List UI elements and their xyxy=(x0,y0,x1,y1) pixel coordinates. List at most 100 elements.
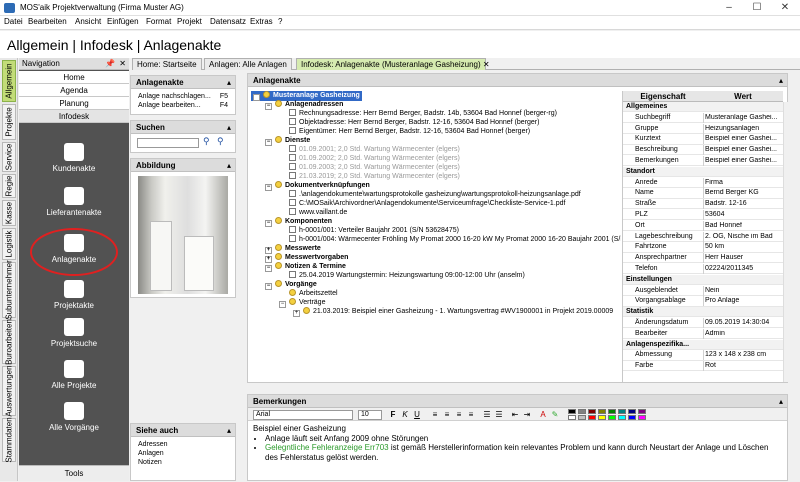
prop-value[interactable]: Heizungsanlagen xyxy=(705,125,783,132)
text-color-icon[interactable]: A xyxy=(538,410,548,420)
prop-value[interactable]: Bad Honnef xyxy=(705,222,783,229)
collapse-icon[interactable]: − xyxy=(265,184,272,191)
color-swatch[interactable] xyxy=(628,415,636,420)
collapse-icon[interactable]: − xyxy=(265,265,272,272)
props-row[interactable]: Bearbeiter Admin xyxy=(623,328,783,340)
props-row[interactable]: Bemerkungen Beispiel einer Gashei... xyxy=(623,156,783,167)
tree-node[interactable]: Eigentümer: Herr Bernd Berger, Badstr. 1… xyxy=(279,127,530,136)
color-swatch[interactable] xyxy=(618,415,626,420)
props-row[interactable]: Vorgangsablage Pro Anlage xyxy=(623,296,783,307)
props-row[interactable]: Änderungsdatum 09.05.2019 14:30:04 xyxy=(623,318,783,329)
doctab-anlagenakte[interactable]: Infodesk: Anlagenakte (Musteranlage Gash… xyxy=(296,58,490,70)
menu-extras[interactable]: Extras xyxy=(250,17,273,26)
prop-value[interactable]: 53604 xyxy=(705,211,783,218)
props-row[interactable]: Straße Badstr. 12-16 xyxy=(623,199,783,210)
prop-value[interactable]: Nein xyxy=(705,287,783,294)
collapse-icon[interactable]: − xyxy=(265,103,272,110)
props-row[interactable]: Fahrtzone 50 km xyxy=(623,242,783,253)
prop-value[interactable]: Beispiel einer Gashei... xyxy=(705,146,783,153)
tab-buroarbeiten[interactable]: Buroarbeiten xyxy=(2,319,16,365)
link-adressen[interactable]: Adressen xyxy=(131,440,235,449)
tree-node[interactable]: h-0001/004: Wärmecenter Fröhling My Prom… xyxy=(279,235,621,244)
justify-icon[interactable]: ≡ xyxy=(466,410,476,420)
indent-less-icon[interactable]: ⇤ xyxy=(510,410,520,420)
nav-alle-vorgaenge[interactable]: Alle Vorgänge xyxy=(19,402,129,432)
search-input[interactable] xyxy=(137,138,199,148)
prop-value[interactable]: 09.05.2019 14:30:04 xyxy=(705,319,783,326)
tab-stammdaten[interactable]: Stammdaten xyxy=(2,417,16,463)
tree-node[interactable]: 21.03.2019; 2,0 Std. Wartung Wärmecenter… xyxy=(279,172,460,181)
color-swatch[interactable] xyxy=(568,415,576,420)
prop-value[interactable]: Admin xyxy=(705,330,783,337)
collapse-icon[interactable]: − xyxy=(265,139,272,146)
align-left-icon[interactable]: ≡ xyxy=(430,410,440,420)
color-swatch[interactable] xyxy=(598,409,606,414)
tab-subunternehmer[interactable]: Subunternehmer xyxy=(2,260,16,320)
color-swatch[interactable] xyxy=(588,409,596,414)
props-row[interactable]: Name Bernd Berger KG xyxy=(623,188,783,199)
collapse-icon[interactable]: ▴ xyxy=(779,395,783,408)
menu-format[interactable]: Format xyxy=(146,17,171,26)
nav-home-button[interactable]: Home xyxy=(19,71,129,84)
align-center-icon[interactable]: ≡ xyxy=(442,410,452,420)
tree-node[interactable]: h-0001/001: Verteiler Baujahr 2001 (S/N … xyxy=(279,226,459,235)
bold-icon[interactable]: F xyxy=(388,410,398,420)
props-row[interactable]: Telefon 02224/2011345 xyxy=(623,264,783,275)
nav-planung-button[interactable]: Planung xyxy=(19,97,129,110)
menu-ansicht[interactable]: Ansicht xyxy=(75,17,101,26)
color-swatch[interactable] xyxy=(628,409,636,414)
props-row[interactable]: Farbe Rot xyxy=(623,361,783,372)
binoculars-icon[interactable]: ⚲ xyxy=(203,136,210,147)
color-swatch[interactable] xyxy=(608,415,616,420)
tree-node[interactable]: Objektadresse: Herr Bernd Berger, Badstr… xyxy=(279,118,539,127)
color-swatch[interactable] xyxy=(618,409,626,414)
tab-auswertungen[interactable]: Auswertungen xyxy=(2,365,16,417)
tree-node[interactable]: 25.04.2019 Wartungstermin: Heizungswartu… xyxy=(279,271,525,280)
collapse-icon[interactable]: − xyxy=(265,283,272,290)
nav-infodesk-button[interactable]: Infodesk xyxy=(19,110,129,123)
tab-logistik[interactable]: Logistik xyxy=(2,228,16,260)
tree-node[interactable]: Rechnungsadresse: Herr Bernd Berger, Bad… xyxy=(279,109,557,118)
close-icon[interactable]: ✕ xyxy=(771,0,799,16)
tree-node[interactable]: 01.09.2003; 2,0 Std. Wartung Wärmecenter… xyxy=(279,163,460,172)
collapse-icon[interactable]: − xyxy=(279,301,286,308)
props-group-row[interactable]: Statistik xyxy=(623,307,783,318)
color-swatch[interactable] xyxy=(568,409,576,414)
props-row[interactable]: PLZ 53604 xyxy=(623,210,783,221)
tab-service[interactable]: Service xyxy=(2,142,16,172)
collapse-icon[interactable]: − xyxy=(265,220,272,227)
doctab-alle-anlagen[interactable]: Anlagen: Alle Anlagen xyxy=(204,58,292,70)
bullet-list-icon[interactable]: ☰ xyxy=(482,410,492,420)
collapse-icon[interactable]: ▴ xyxy=(779,74,783,87)
tree-node[interactable]: C:\MOSaik\Archivordner\Anlagendokumente\… xyxy=(279,199,566,208)
collapse-icon[interactable]: ▴ xyxy=(227,159,231,172)
prop-value[interactable]: Badstr. 12-16 xyxy=(705,200,783,207)
props-row[interactable]: Kurztext Beispiel einer Gashei... xyxy=(623,134,783,145)
collapse-icon[interactable]: − xyxy=(253,94,260,101)
font-size-select[interactable]: 10 xyxy=(358,410,382,420)
props-row[interactable]: Ausgeblendet Nein xyxy=(623,285,783,296)
nav-projektsuche[interactable]: Projektsuche xyxy=(19,318,129,348)
props-row[interactable]: Ansprechpartner Herr Hauser xyxy=(623,253,783,264)
props-group-row[interactable]: Standort xyxy=(623,166,783,178)
indent-more-icon[interactable]: ⇥ xyxy=(522,410,532,420)
prop-value[interactable]: Musteranlage Gashei... xyxy=(705,114,783,121)
prop-value[interactable]: 123 x 148 x 238 cm xyxy=(705,351,783,358)
menu-einfuegen[interactable]: Einfügen xyxy=(107,17,139,26)
props-scrollbar[interactable] xyxy=(783,102,788,382)
collapse-icon[interactable]: ▴ xyxy=(227,121,231,134)
link-anlagen[interactable]: Anlagen xyxy=(131,449,235,458)
props-group-row[interactable]: Anlagenspezifika... xyxy=(623,339,783,350)
tab-projekte[interactable]: Projekte xyxy=(2,104,16,140)
color-swatch[interactable] xyxy=(638,415,646,420)
color-swatch[interactable] xyxy=(588,415,596,420)
props-row[interactable]: Abmessung 123 x 148 x 238 cm xyxy=(623,350,783,361)
minimize-icon[interactable]: – xyxy=(715,0,743,16)
prop-value[interactable]: 50 km xyxy=(705,243,783,250)
edit-anlage-action[interactable]: Anlage bearbeiten... F4 xyxy=(131,101,235,110)
link-notizen[interactable]: Notizen xyxy=(131,458,235,467)
collapse-icon[interactable]: ▴ xyxy=(227,424,231,437)
maximize-icon[interactable]: ☐ xyxy=(743,0,771,16)
nav-lieferantenakte[interactable]: Lieferantenakte xyxy=(19,187,129,217)
color-swatch[interactable] xyxy=(608,409,616,414)
